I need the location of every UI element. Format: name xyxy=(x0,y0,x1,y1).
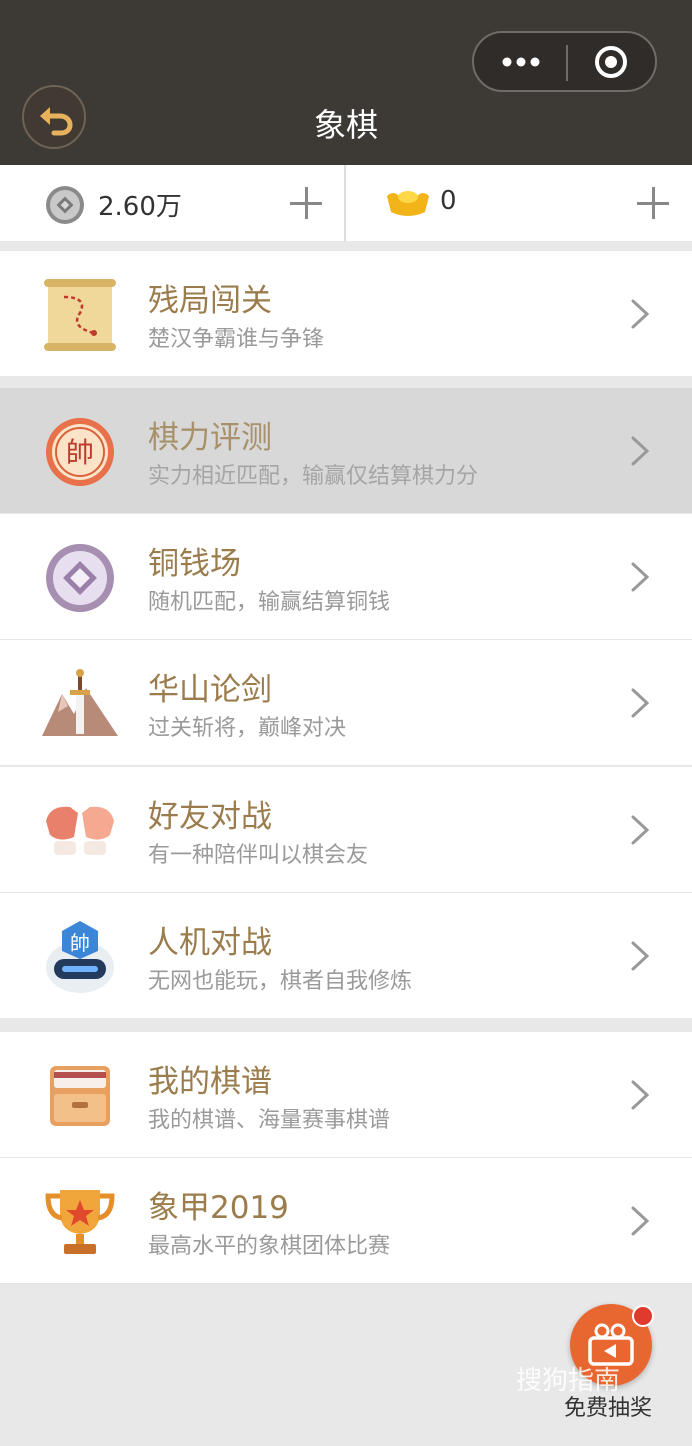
mountain-sword-icon xyxy=(42,669,118,736)
page-title: 象棋 xyxy=(313,106,378,144)
record-box-icon xyxy=(50,1066,110,1126)
chevron-right-icon xyxy=(631,436,650,466)
target-circle-icon[interactable] xyxy=(594,45,628,79)
chevron-right-icon xyxy=(631,815,650,845)
menu-item-huashan-duel[interactable]: 华山论剑 过关斩将，巅峰对决 xyxy=(0,640,692,766)
chevron-right-icon xyxy=(631,1206,650,1236)
menu-item-title: 棋力评测 xyxy=(148,420,272,456)
robot-helmet-icon: 帥 xyxy=(46,921,114,993)
scroll-map-icon xyxy=(44,279,116,351)
fist-bump-icon xyxy=(46,806,114,855)
menu-item-friend-battle[interactable]: 好友对战 有一种陪伴叫以棋会友 xyxy=(0,767,692,893)
menu-item-subtitle: 随机匹配，输赢结算铜钱 xyxy=(148,590,391,615)
menu-item-subtitle: 我的棋谱、海量赛事棋谱 xyxy=(148,1108,391,1133)
menu-item-rating-test[interactable]: 帥 棋力评测 实力相近匹配，输赢仅结算棋力分 xyxy=(0,388,692,514)
add-coins-button[interactable] xyxy=(290,187,324,221)
shuai-chess-piece-icon: 帥 xyxy=(46,418,114,486)
menu-item-title: 华山论剑 xyxy=(148,672,272,708)
menu-item-vs-computer[interactable]: 帥 人机对战 无网也能玩，棋者自我修炼 xyxy=(0,893,692,1019)
menu-item-subtitle: 无网也能玩，棋者自我修炼 xyxy=(148,969,413,994)
menu-item-subtitle: 有一种陪伴叫以棋会友 xyxy=(148,843,369,868)
add-gold-button[interactable] xyxy=(637,187,671,221)
menu-item-subtitle: 最高水平的象棋团体比赛 xyxy=(148,1234,391,1259)
menu-item-copper-arena[interactable]: 铜钱场 随机匹配，输赢结算铜钱 xyxy=(0,514,692,640)
mini-program-capsule xyxy=(472,31,657,92)
capsule-divider xyxy=(566,45,568,81)
menu-item-title: 象甲2019 xyxy=(148,1190,289,1226)
chevron-right-icon xyxy=(631,1080,650,1110)
gold-balance: 0 xyxy=(440,186,457,216)
chevron-right-icon xyxy=(631,941,650,971)
menu-item-league-2019[interactable]: 象甲2019 最高水平的象棋团体比赛 xyxy=(0,1158,692,1284)
chevron-right-icon xyxy=(631,688,650,718)
menu-item-my-records[interactable]: 我的棋谱 我的棋谱、海量赛事棋谱 xyxy=(0,1032,692,1158)
menu-item-title: 我的棋谱 xyxy=(148,1064,272,1100)
menu-item-subtitle: 实力相近匹配，输赢仅结算棋力分 xyxy=(148,464,479,489)
svg-text:帥: 帥 xyxy=(66,436,94,469)
svg-text:帥: 帥 xyxy=(70,931,90,955)
trophy-icon xyxy=(45,1190,115,1254)
free-lottery-label[interactable]: 免费抽奖 xyxy=(564,1390,652,1422)
menu-item-title: 人机对战 xyxy=(148,925,272,961)
chevron-right-icon xyxy=(631,299,650,329)
coin-balance: 2.60万 xyxy=(98,192,182,222)
menu-item-title: 残局闯关 xyxy=(148,283,272,319)
more-dots-icon[interactable] xyxy=(498,49,544,75)
menu-item-subtitle: 过关斩将，巅峰对决 xyxy=(148,716,347,741)
chevron-right-icon xyxy=(631,562,650,592)
menu-item-endgame[interactable]: 残局闯关 楚汉争霸谁与争锋 xyxy=(0,251,692,377)
title-bar: 象棋 xyxy=(0,0,692,165)
balance-divider xyxy=(344,165,346,241)
notification-dot xyxy=(632,1305,654,1327)
menu-item-title: 好友对战 xyxy=(148,799,272,835)
menu-item-title: 铜钱场 xyxy=(148,546,241,582)
menu-item-subtitle: 楚汉争霸谁与争锋 xyxy=(148,327,325,352)
copper-coin-icon xyxy=(46,544,114,612)
gold-ingot-icon xyxy=(387,191,429,216)
silver-coin-icon xyxy=(46,186,84,224)
